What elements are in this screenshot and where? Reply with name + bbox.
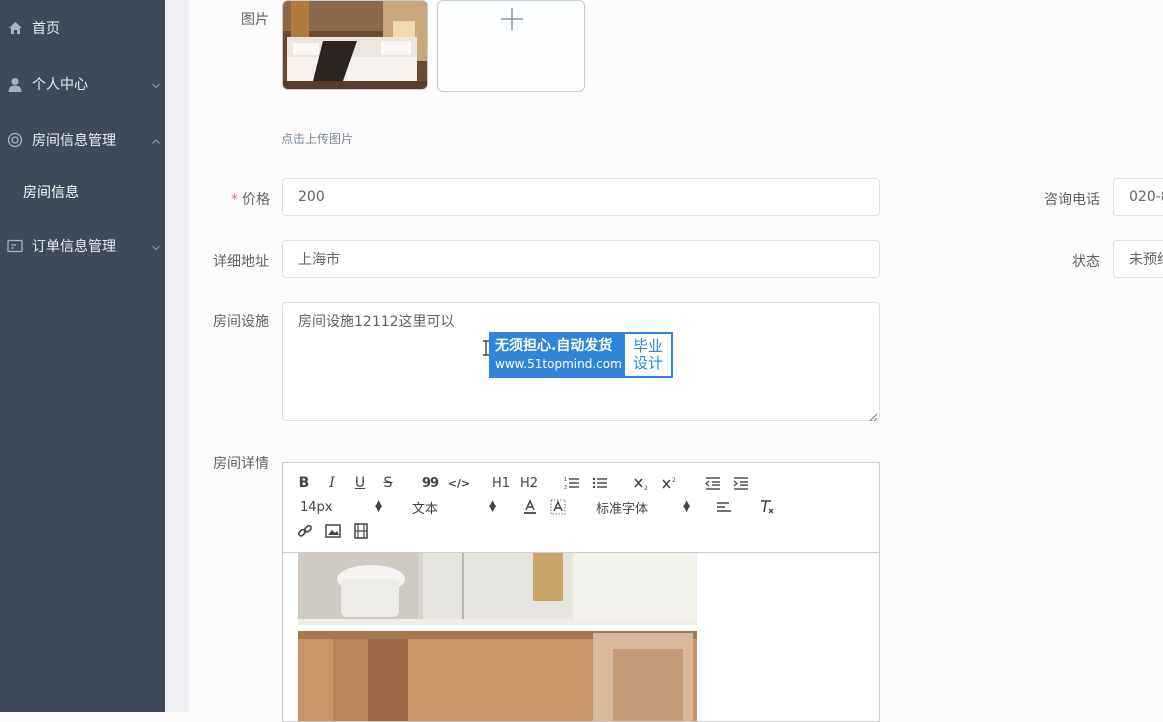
h2-button[interactable]: H2 xyxy=(519,473,539,493)
sidebar-item-room-info[interactable]: 房间信息 xyxy=(0,172,165,212)
sidebar-item-home[interactable]: 首页 xyxy=(0,8,165,48)
sidebar-item-label: 房间信息管理 xyxy=(32,133,116,149)
rich-text-editor: B I U S 99 </> H1 H2 12 2 2 14px ▲ ▼ 文本 … xyxy=(282,462,880,722)
font-family-value: 标准字体 xyxy=(596,501,649,517)
upload-tip: 点击上传图片 xyxy=(281,132,354,146)
circle-settings-icon xyxy=(7,132,23,148)
resize-grip-icon[interactable] xyxy=(869,410,878,422)
svg-text:2: 2 xyxy=(644,485,648,490)
font-size-select[interactable]: 14px ▲ ▼ xyxy=(300,497,382,517)
svg-text:1: 1 xyxy=(564,477,567,483)
svg-text:2: 2 xyxy=(672,477,676,484)
superscript-icon[interactable]: 2 xyxy=(661,473,679,493)
price-label: * 价格 xyxy=(231,192,270,208)
font-size-value: 14px xyxy=(300,499,333,515)
editor-toolbar: B I U S 99 </> H1 H2 12 2 2 14px ▲ ▼ 文本 … xyxy=(283,463,879,553)
align-left-icon[interactable] xyxy=(715,497,733,517)
address-label: 详细地址 xyxy=(213,254,269,270)
italic-button[interactable]: I xyxy=(324,473,340,493)
status-select[interactable]: 未预约 xyxy=(1113,240,1163,278)
underline-button[interactable]: U xyxy=(352,473,368,493)
details-label: 房间详情 xyxy=(213,456,269,472)
room-photo xyxy=(283,1,427,89)
ordered-list-icon[interactable]: 12 xyxy=(563,473,581,493)
video-icon[interactable] xyxy=(352,521,370,541)
watermark-badge: 毕业 设计 xyxy=(624,333,672,377)
phone-label: 咨询电话 xyxy=(1044,192,1100,208)
code-button[interactable]: </> xyxy=(448,473,470,493)
chevron-down-icon xyxy=(151,79,161,89)
block-format-select[interactable]: 文本 ▲ ▼ xyxy=(412,497,496,517)
price-input[interactable]: 200 xyxy=(282,178,880,216)
sidebar-item-profile[interactable]: 个人中心 xyxy=(0,64,165,104)
select-caret-icon: ▲ ▼ xyxy=(489,499,496,514)
sidebar: 首页 个人中心 房间信息管理 房间信息 订单信息管理 xyxy=(0,0,165,712)
strike-button[interactable]: S xyxy=(380,473,396,493)
sidebar-item-room-management[interactable]: 房间信息管理 xyxy=(0,120,165,160)
block-format-value: 文本 xyxy=(412,501,439,517)
status-label: 状态 xyxy=(1072,254,1100,270)
facilities-label: 房间设施 xyxy=(213,314,269,330)
uploaded-room-image[interactable] xyxy=(282,0,428,90)
select-caret-icon: ▲ ▼ xyxy=(375,499,382,514)
chevron-down-icon xyxy=(151,241,161,251)
font-family-select[interactable]: 标准字体 ▲ ▼ xyxy=(596,497,690,517)
required-asterisk: * xyxy=(231,192,238,208)
image-upload-button[interactable] xyxy=(437,0,585,92)
watermark-banner: 无须担心.自动发货 www.51topmind.com 毕业 设计 xyxy=(489,332,673,378)
link-icon[interactable] xyxy=(296,521,314,541)
sidebar-item-label: 订单信息管理 xyxy=(32,239,116,255)
sidebar-item-label: 个人中心 xyxy=(32,77,88,93)
room-detail-photos xyxy=(298,553,697,721)
svg-text:2: 2 xyxy=(564,485,567,490)
sidebar-item-order-management[interactable]: 订单信息管理 xyxy=(0,226,165,266)
image-label: 图片 xyxy=(241,12,269,28)
watermark-line1: 无须担心.自动发货 xyxy=(495,338,613,354)
chevron-up-icon xyxy=(151,135,161,145)
bold-button[interactable]: B xyxy=(296,473,312,493)
image-icon[interactable] xyxy=(324,521,342,541)
main-form: 图片 点击上传图片 *价格 200 咨询电话 020-8 详细地址 上海市 状态… xyxy=(189,0,1163,722)
quote-button[interactable]: 99 xyxy=(421,473,439,493)
phone-input[interactable]: 020-8 xyxy=(1113,178,1163,216)
address-input[interactable]: 上海市 xyxy=(282,240,880,278)
h1-button[interactable]: H1 xyxy=(491,473,511,493)
select-caret-icon: ▲ ▼ xyxy=(683,499,690,514)
font-color-icon[interactable] xyxy=(521,497,539,517)
subscript-icon[interactable]: 2 xyxy=(633,473,651,493)
sidebar-item-label: 首页 xyxy=(32,21,60,37)
content-gutter xyxy=(165,0,189,712)
home-icon xyxy=(7,20,23,36)
clear-format-icon[interactable] xyxy=(758,497,776,517)
watermark-line2: www.51topmind.com xyxy=(495,357,622,371)
user-icon xyxy=(7,76,23,92)
facilities-text: 房间设施12112这里可以 xyxy=(298,314,455,330)
bullet-list-icon[interactable] xyxy=(591,473,609,493)
background-color-icon[interactable] xyxy=(549,497,567,517)
editor-content[interactable] xyxy=(283,553,879,721)
sidebar-item-label: 房间信息 xyxy=(23,185,79,201)
order-icon xyxy=(7,238,23,254)
indent-icon[interactable] xyxy=(732,473,750,493)
outdent-icon[interactable] xyxy=(704,473,722,493)
plus-icon xyxy=(500,7,524,35)
